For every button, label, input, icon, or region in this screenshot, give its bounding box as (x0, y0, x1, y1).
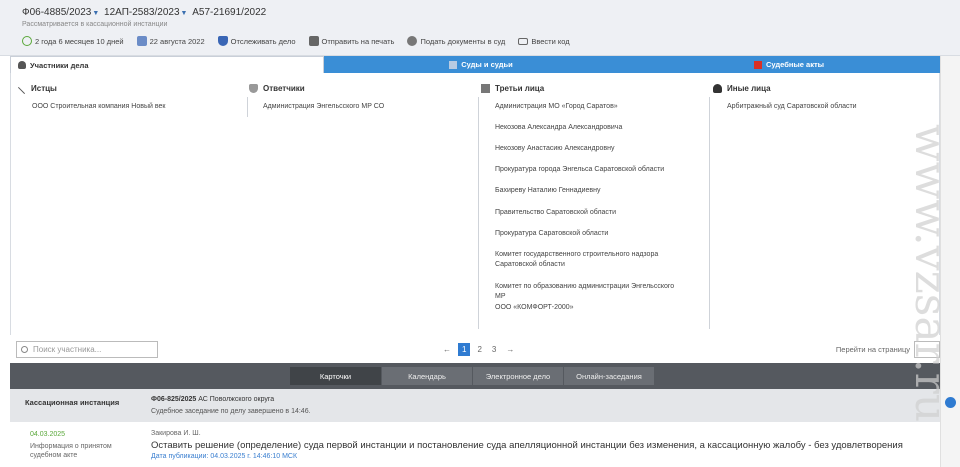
print-label: Отправить на печать (321, 36, 395, 46)
case-tabs: Участники дела Суды и судьи Судебные акт… (10, 56, 940, 73)
date-action: 22 августа 2022 (136, 36, 205, 46)
shield-icon (249, 84, 258, 93)
list-item[interactable]: Прокуратура Саратовской области (495, 229, 685, 239)
courthouse-icon (449, 60, 458, 69)
print-button[interactable]: Отправить на печать (308, 36, 395, 46)
column-divider (247, 97, 248, 117)
other-parties-list: Арбитражный суд Саратовской области (727, 102, 917, 112)
view-switcher-band: Карточки Календарь Электронное дело Онла… (10, 363, 940, 389)
site-watermark: www.vzsar.ru (904, 124, 956, 464)
list-item[interactable]: Администрация МО «Город Саратов» (495, 102, 685, 112)
instance-case: Ф06-825/2025 АС Поволжского округа (151, 396, 274, 403)
instance-note: Судебное заседание по делу завершено в 1… (151, 408, 311, 415)
track-case-button[interactable]: Отслеживать дело (217, 36, 296, 46)
document-date: 04.03.2025 (30, 431, 66, 438)
upload-icon (407, 36, 418, 46)
duration-label: 2 года 6 месяцев 10 дней (35, 36, 124, 46)
case-status: Рассматривается в кассационной инстанции (22, 21, 168, 28)
case-number-appeal[interactable]: 12АП-2583/2023 (104, 7, 179, 18)
document-judge: Закирова И. Ш. (151, 430, 201, 437)
tab-parties[interactable]: Участники дела (10, 56, 324, 73)
list-item[interactable]: Комитет по образованию администрации Энг… (495, 282, 685, 302)
third-parties-heading: Третьи лица (481, 84, 544, 93)
code-icon (518, 37, 529, 45)
document-text[interactable]: Оставить решение (определение) суда перв… (151, 440, 903, 451)
date-label: 22 августа 2022 (149, 36, 205, 46)
tab-courts[interactable]: Суды и судьи (324, 56, 638, 73)
plaintiffs-heading: Истцы (17, 84, 57, 95)
defendants-title: Ответчики (263, 84, 305, 93)
other-parties-heading: Иные лица (713, 84, 771, 93)
view-online-sessions-button[interactable]: Онлайн-заседания (564, 367, 655, 385)
tab-acts[interactable]: Судебные акты (638, 56, 940, 73)
column-divider (478, 97, 479, 329)
prev-page-button[interactable]: ← (443, 345, 451, 354)
defendants-list: Администрация Энгельсского МР СО (263, 102, 453, 112)
participant-search-bar: ← 1 2 3 → Перейти на страницу (10, 335, 940, 363)
clock-back-icon (22, 36, 32, 46)
list-item[interactable]: ООО Строительная компания Новый век (32, 102, 222, 112)
parties-panel: Истцы ООО Строительная компания Новый ве… (10, 73, 940, 335)
plaintiffs-title: Истцы (31, 84, 57, 93)
tab-acts-label: Судебные акты (765, 60, 825, 69)
tab-parties-label: Участники дела (30, 60, 89, 70)
view-switcher: Карточки Календарь Электронное дело Онла… (290, 367, 655, 385)
page-1-button[interactable]: 1 (458, 343, 471, 356)
view-cards-button[interactable]: Карточки (290, 367, 382, 385)
watermark-text: www.vzsar.ru (905, 124, 956, 423)
swords-icon (17, 86, 26, 95)
case-numbers: Ф06-4885/2023▼ 12АП-2583/2023▼ А57-21691… (22, 7, 266, 18)
list-item[interactable]: Прокуратура города Энгельса Саратовской … (495, 165, 685, 175)
plaintiffs-list: ООО Строительная компания Новый век (32, 102, 222, 112)
column-divider (709, 97, 710, 329)
shield-icon (217, 36, 228, 46)
instance-label: Кассационная инстанция (25, 398, 120, 407)
list-item[interactable]: Арбитражный суд Саратовской области (727, 102, 917, 112)
calendar-icon (136, 36, 147, 46)
search-icon (21, 346, 28, 353)
instance-court: АС Поволжского округа (198, 396, 275, 403)
document-type: Информация о принятом судебном акте (30, 443, 112, 459)
caret-down-icon[interactable]: ▼ (92, 10, 99, 17)
defendants-heading: Ответчики (249, 84, 305, 93)
third-parties-title: Третьи лица (495, 84, 545, 93)
person-icon (713, 84, 722, 93)
list-item[interactable]: ООО «КОМФОРТ-2000» (495, 303, 685, 313)
case-number-cassation[interactable]: Ф06-4885/2023 (22, 7, 91, 18)
view-electronic-case-button[interactable]: Электронное дело (473, 367, 564, 385)
list-item[interactable]: Правительство Саратовской области (495, 208, 685, 218)
page-2-button[interactable]: 2 (477, 345, 481, 354)
enter-code-button[interactable]: Ввести код (518, 36, 570, 46)
view-calendar-button[interactable]: Календарь (382, 367, 473, 385)
tab-courts-label: Суды и судьи (461, 60, 513, 69)
list-item[interactable]: Администрация Энгельсского МР СО (263, 102, 453, 112)
printer-icon (308, 36, 319, 46)
document-row: 04.03.2025 Информация о принятом судебно… (10, 423, 940, 467)
submit-documents-button[interactable]: Подать документы в суд (407, 36, 505, 46)
list-item[interactable]: Некозову Анастасию Александровну (495, 144, 685, 154)
list-item[interactable]: Бахиреву Наталию Геннадиевну (495, 186, 685, 196)
participant-search-input[interactable] (16, 341, 158, 358)
instance-case-number[interactable]: Ф06-825/2025 (151, 396, 196, 403)
next-page-button[interactable]: → (506, 345, 514, 354)
enter-code-label: Ввести код (531, 36, 570, 46)
person-icon (18, 61, 26, 69)
case-header: Ф06-4885/2023▼ 12АП-2583/2023▼ А57-21691… (0, 0, 960, 56)
action-bar: 2 года 6 месяцев 10 дней 22 августа 2022… (22, 36, 583, 46)
caret-down-icon[interactable]: ▼ (181, 10, 188, 17)
goto-page-label: Перейти на страницу (835, 345, 910, 354)
list-item[interactable]: Некозова Александра Александровича (495, 123, 685, 133)
building-icon (481, 84, 490, 93)
list-item[interactable]: Комитет государственного строительного н… (495, 250, 685, 270)
pagination: ← 1 2 3 → (438, 343, 519, 356)
track-case-label: Отслеживать дело (230, 36, 296, 46)
duration-action: 2 года 6 месяцев 10 дней (22, 36, 124, 46)
submit-documents-label: Подать документы в суд (420, 36, 506, 46)
instance-row: Кассационная инстанция Ф06-825/2025 АС П… (10, 389, 940, 422)
other-parties-title: Иные лица (727, 84, 771, 93)
document-icon (753, 60, 762, 69)
case-number-first[interactable]: А57-21691/2022 (192, 7, 266, 18)
page-3-button[interactable]: 3 (492, 345, 496, 354)
document-published: Дата публикации: 04.03.2025 г. 14:46:10 … (151, 453, 298, 460)
